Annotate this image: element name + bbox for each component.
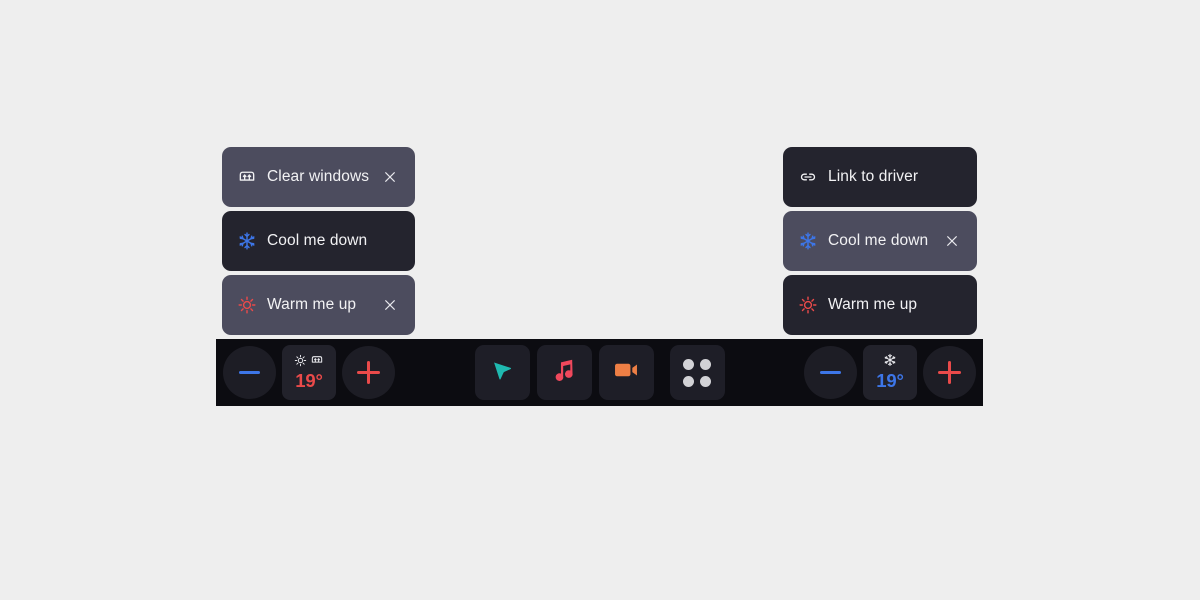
suggestion-card-link-to-driver[interactable]: Link to driver — [783, 147, 977, 207]
close-icon[interactable] — [379, 166, 401, 188]
left-temperature-display[interactable]: 19° — [282, 345, 336, 400]
left-temperature-value: 19° — [295, 369, 323, 391]
sun-icon — [797, 294, 819, 316]
left-temperature-increase-button[interactable] — [342, 346, 395, 399]
suggestion-label: Clear windows — [267, 168, 370, 185]
climate-app-toolbar: 19° 19° — [216, 339, 983, 406]
right-temperature-increase-button[interactable] — [923, 346, 976, 399]
right-temperature-decrease-button[interactable] — [804, 346, 857, 399]
driver-suggestion-stack: Link to driver Cool me down Warm me up — [783, 147, 977, 335]
suggestion-label: Cool me down — [267, 232, 368, 249]
app-launcher-button[interactable] — [669, 345, 725, 400]
suggestion-label: Link to driver — [828, 168, 919, 185]
minus-icon — [820, 371, 841, 374]
app-tile-camera[interactable] — [598, 345, 654, 400]
left-temperature-mode-icons — [294, 354, 324, 371]
minus-icon — [239, 371, 260, 374]
plus-icon — [938, 361, 961, 384]
right-temperature-mode-icons — [883, 354, 897, 371]
suggestion-card-cool-me-down[interactable]: Cool me down — [222, 211, 415, 271]
close-icon[interactable] — [379, 294, 401, 316]
camera-video-icon — [612, 356, 640, 389]
suggestion-label: Warm me up — [828, 296, 918, 313]
sun-icon — [236, 294, 258, 316]
suggestion-card-warm-me-up[interactable]: Warm me up — [783, 275, 977, 335]
left-temperature-decrease-button[interactable] — [223, 346, 276, 399]
suggestion-card-clear-windows[interactable]: Clear windows — [222, 147, 415, 207]
app-tile-music[interactable] — [536, 345, 592, 400]
right-temperature-display[interactable]: 19° — [863, 345, 917, 400]
plus-icon — [357, 361, 380, 384]
suggestion-label: Cool me down — [828, 232, 929, 249]
link-icon — [797, 166, 819, 188]
suggestion-label: Warm me up — [267, 296, 357, 313]
suggestion-card-cool-me-down[interactable]: Cool me down — [783, 211, 977, 271]
right-temperature-value: 19° — [876, 369, 904, 391]
snowflake-icon — [797, 230, 819, 252]
snowflake-icon — [236, 230, 258, 252]
suggestion-card-warm-me-up[interactable]: Warm me up — [222, 275, 415, 335]
close-icon[interactable] — [941, 230, 963, 252]
passenger-suggestion-stack: Clear windows Cool me down Warm me up — [222, 147, 415, 335]
app-tile-navigation[interactable] — [474, 345, 530, 400]
music-note-icon — [550, 356, 578, 389]
defrost-windshield-icon — [236, 166, 258, 188]
app-shortcut-group — [474, 345, 654, 400]
navigation-arrow-icon — [488, 356, 516, 389]
app-grid-icon — [683, 358, 711, 387]
